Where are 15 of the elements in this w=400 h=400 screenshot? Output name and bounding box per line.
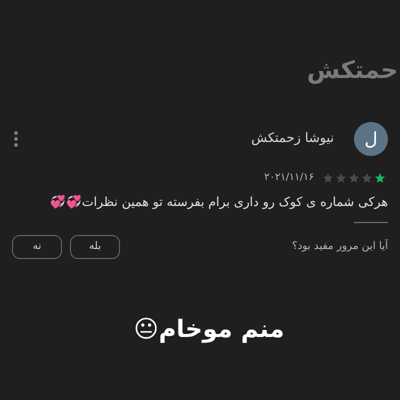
star-icon: [374, 172, 386, 184]
review-date: ۲۰۲۱/۱۱/۱۶: [264, 171, 314, 185]
star-icon: [348, 172, 360, 184]
more-options-icon[interactable]: [14, 131, 18, 147]
review-text: هرکی شماره ی کوک رو داری برام بفرسته تو همین نظرات💞💞: [48, 193, 388, 211]
vote-button[interactable]: بله: [70, 234, 120, 259]
author-name: نیوشا زحمتکش: [251, 130, 334, 148]
vote-button[interactable]: نه: [12, 234, 62, 259]
caption: منم موخام😐: [134, 314, 284, 345]
page-title: حمتکش: [306, 55, 398, 86]
avatar: ل: [354, 122, 388, 156]
star-icon: [361, 172, 373, 184]
star-icon: [322, 172, 334, 184]
helpful-question: آیا این مرور مفید بود؟: [291, 238, 388, 254]
star-icon: [335, 172, 347, 184]
